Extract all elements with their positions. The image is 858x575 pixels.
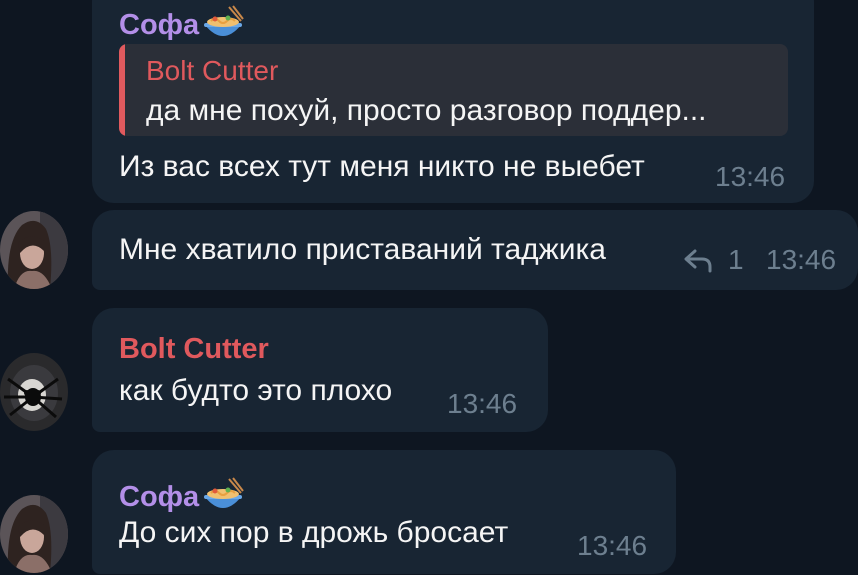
reply-arrow-icon bbox=[684, 249, 712, 273]
reply-count: 1 bbox=[728, 244, 744, 275]
message-text: Мне хватило приставаний таджика bbox=[119, 233, 606, 266]
message-text: Из вас всех тут меня никто не выебет bbox=[119, 150, 645, 183]
quote-bar bbox=[119, 44, 125, 136]
sender-name-text[interactable]: Софа bbox=[119, 10, 199, 40]
chat-history[interactable]: Софа Bolt Cutter да мне похуй, просто ра… bbox=[0, 0, 858, 575]
message-time: 13:46 bbox=[577, 530, 648, 561]
sender-name[interactable]: Софа bbox=[119, 5, 245, 45]
message-bubble[interactable]: Софа Bolt Cutter да мне похуй, просто ра… bbox=[92, 0, 814, 203]
girl-avatar[interactable] bbox=[0, 495, 68, 573]
replies-counter[interactable]: 1 bbox=[682, 246, 744, 274]
message-bubble[interactable]: Мне хватило приставаний таджика 1 13:46 bbox=[92, 210, 858, 290]
message-text: До сих пор в дрожь бросает bbox=[119, 516, 509, 549]
noodle-bowl-icon bbox=[201, 5, 245, 45]
spider-avatar[interactable] bbox=[0, 353, 68, 431]
noodle-bowl-icon bbox=[201, 477, 245, 517]
sender-name[interactable]: Bolt Cutter bbox=[119, 335, 269, 364]
reply-sender: Bolt Cutter bbox=[146, 55, 279, 86]
message-time: 13:46 bbox=[447, 388, 518, 419]
message-time: 13:46 bbox=[766, 244, 837, 275]
message-time: 13:46 bbox=[715, 161, 786, 192]
message-bubble[interactable]: Софа До сих пор в дрожь бросает 13:46 bbox=[92, 450, 676, 574]
reply-text: да мне похуй, просто разговор поддер... bbox=[146, 94, 707, 127]
girl-avatar[interactable] bbox=[0, 211, 68, 289]
message-bubble[interactable]: Bolt Cutter как будто это плохо 13:46 bbox=[92, 308, 548, 432]
message-text: как будто это плохо bbox=[119, 374, 393, 407]
reply-quote[interactable]: Bolt Cutter да мне похуй, просто разгово… bbox=[119, 44, 788, 136]
sender-name[interactable]: Софа bbox=[119, 477, 245, 517]
sender-name-text[interactable]: Софа bbox=[119, 482, 199, 512]
